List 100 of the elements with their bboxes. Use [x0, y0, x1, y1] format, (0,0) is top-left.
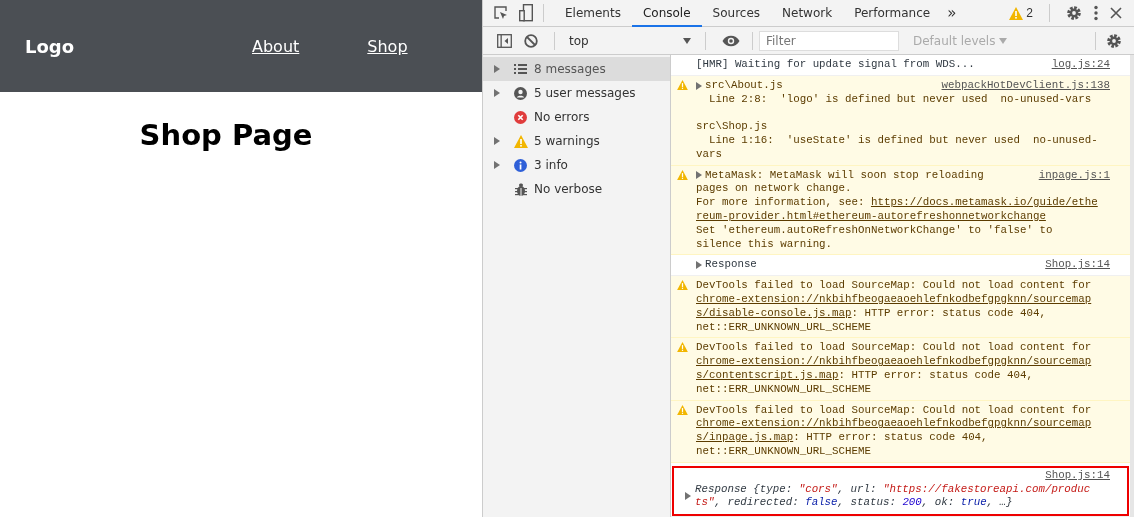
message-text: DevTools failed to load SourceMap: Could not load content for	[696, 403, 1092, 418]
expand-arrow-icon[interactable]	[494, 161, 500, 169]
expand-arrow-icon[interactable]	[696, 81, 702, 90]
sidebar-item[interactable]: 3 info	[483, 153, 670, 177]
kebab-menu-icon	[1094, 5, 1098, 21]
nav-link[interactable]: Shop	[367, 36, 408, 56]
expand-arrow-icon[interactable]	[696, 171, 702, 180]
message-text: : HTTP error: status code 404,	[838, 368, 1033, 383]
panel-tab[interactable]: Sources	[701, 0, 772, 27]
more-tabs-button[interactable]: »	[941, 4, 963, 22]
object-preview-text: , ok:	[921, 496, 956, 511]
info-icon	[514, 158, 527, 172]
clear-icon	[524, 33, 538, 48]
object-preview-text: , url:	[837, 482, 878, 497]
expand-arrow-icon[interactable]	[685, 492, 691, 501]
sidebar-item[interactable]: 8 messages	[483, 57, 670, 81]
source-link[interactable]: webpackHotDevClient.js:138	[931, 78, 1110, 93]
source-map-link[interactable]: reum-provider.html#ethereum-autorefreshonnetworkchange	[696, 209, 1046, 224]
message-text: [HMR] Waiting for update signal from WDS...	[696, 58, 975, 72]
warning-icon	[677, 79, 688, 90]
sidebar-item[interactable]: 5 user messages	[483, 81, 670, 105]
string-value: ts"	[695, 496, 715, 511]
gear-icon	[1106, 32, 1122, 49]
sidebar-item[interactable]: 5 warnings	[483, 129, 670, 153]
message-text: For more information, see:	[696, 196, 866, 210]
message-text: MetaMask: MetaMask will soon stop reloading	[705, 168, 984, 183]
message-text: pages on network change.	[696, 182, 852, 197]
message-text: DevTools failed to load SourceMap: Could not load content for	[696, 341, 1092, 356]
message-text: net::ERR_UNKNOWN_URL_SCHEME	[696, 382, 871, 397]
warning-icon	[677, 342, 688, 353]
warning-count-button[interactable]: 2	[1003, 1, 1039, 25]
sidebar-item-label: No verbose	[534, 182, 603, 196]
warning-icon	[677, 169, 688, 180]
source-link[interactable]: inpage.js:1	[1028, 168, 1110, 183]
warning-icon	[513, 134, 528, 148]
message-text: Response	[705, 258, 757, 273]
gear-icon	[1066, 5, 1082, 21]
number-value: 200	[902, 496, 922, 511]
filter-field[interactable]: Filter	[759, 30, 899, 51]
eye-icon	[722, 34, 740, 47]
message-text: net::ERR_UNKNOWN_URL_SCHEME	[696, 320, 871, 335]
page-heading: Shop Page	[138, 118, 314, 152]
error-icon	[514, 110, 527, 124]
sidebar-item-label: 5 user messages	[534, 86, 636, 100]
close-icon	[1110, 7, 1122, 19]
sidebar-item-label: 5 warnings	[534, 134, 600, 148]
nav-link[interactable]: About	[252, 36, 300, 56]
user-icon	[514, 86, 527, 100]
panel-tab[interactable]: Network	[771, 0, 844, 27]
device-toolbar-icon[interactable]	[519, 4, 533, 22]
source-map-link[interactable]: chrome-extension://nkbihfbeogaeaoehlefnkodbefgpgknn/sourcemap	[696, 355, 1092, 369]
logo-text: Logo	[25, 35, 76, 57]
panel-tab[interactable]: Elements	[554, 0, 632, 27]
message-text: Line 1:16: 'useState' is defined but never used no-unused-	[707, 134, 1098, 148]
warning-icon	[677, 280, 688, 291]
sidebar-item-label: 3 info	[534, 158, 568, 172]
expand-arrow-icon[interactable]	[494, 137, 500, 145]
expand-arrow-icon[interactable]	[696, 261, 702, 270]
object-preview-text: , …}	[986, 496, 1013, 511]
message-text: src\Shop.js	[696, 120, 768, 134]
sidebar-item-label: 8 messages	[534, 62, 606, 76]
message-text: : HTTP error: status code 404,	[793, 431, 988, 445]
inspect-icon[interactable]	[493, 5, 509, 21]
object-preview-text: , status:	[837, 496, 897, 511]
source-map-link[interactable]: s/disable-console.js.map	[696, 306, 852, 321]
string-value: "cors"	[798, 482, 838, 497]
warning-icon	[1009, 6, 1024, 20]
boolean-value: false	[805, 496, 838, 511]
message-text: : HTTP error: status code 404,	[851, 306, 1046, 321]
source-map-link[interactable]: s/inpage.js.map	[696, 431, 794, 445]
source-link[interactable]: log.js:24	[1041, 58, 1110, 72]
sidebar-item-label: No errors	[534, 110, 590, 124]
caret-icon	[683, 37, 691, 44]
message-text: DevTools failed to load SourceMap: Could not load content for	[696, 279, 1092, 293]
message-text: src\About.js	[705, 78, 783, 93]
message-text: silence this warning.	[696, 237, 833, 252]
object-preview-text: Response {type:	[695, 482, 794, 497]
boolean-value: true	[960, 496, 987, 511]
list-icon	[514, 64, 527, 74]
message-text: vars	[696, 147, 722, 162]
sidebar-item[interactable]: No verbose	[483, 177, 670, 201]
message-text: Set 'ethereum.autoRefreshOnNetworkChange' to 'false' to	[696, 223, 1053, 238]
source-link[interactable]: Shop.js:14	[1035, 258, 1110, 273]
string-value: "https://fakestoreapi.com/produc	[882, 482, 1091, 497]
sidebar-item[interactable]: No errors	[483, 105, 670, 129]
source-map-link[interactable]: chrome-extension://nkbihfbeogaeaoehlefnkodbefgpgknn/sourcemap	[696, 292, 1092, 307]
sidebar-icon	[497, 33, 512, 48]
expand-arrow-icon[interactable]	[494, 89, 500, 97]
message-text: net::ERR_UNKNOWN_URL_SCHEME	[696, 444, 871, 459]
context-dropdown[interactable]: top	[565, 29, 695, 52]
source-link[interactable]: Shop.js:14	[1035, 468, 1110, 483]
source-map-link[interactable]: chrome-extension://nkbihfbeogaeaoehlefnkodbefgpgknn/sourcemap	[696, 417, 1092, 432]
expand-arrow-icon[interactable]	[494, 65, 500, 73]
source-map-link[interactable]: https://docs.metamask.io/guide/ethe	[870, 196, 1098, 210]
source-map-link[interactable]: s/contentscript.js.map	[696, 368, 839, 383]
bug-icon	[514, 182, 527, 196]
caret-icon	[999, 37, 1008, 44]
warning-icon	[677, 404, 688, 415]
panel-tab[interactable]: Performance	[843, 0, 942, 27]
object-preview-text: , redirected:	[714, 496, 800, 511]
